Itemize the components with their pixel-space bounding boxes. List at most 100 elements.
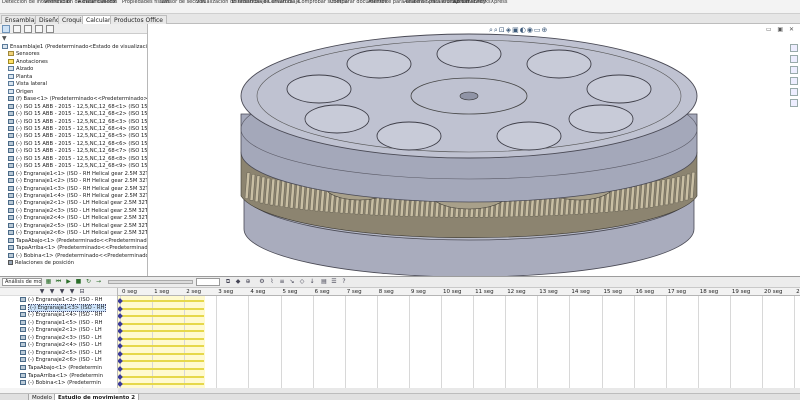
configuration-manager-tab-icon[interactable]	[24, 25, 32, 33]
bottom-tab-0[interactable]: Modelo	[28, 394, 56, 400]
time-grid-line	[216, 296, 218, 388]
tree-item[interactable]: (-) ISO 15 ABB - 2015 - 12,5,NC,12_68<1>…	[8, 103, 147, 111]
study-properties-icon[interactable]: ☰	[330, 278, 338, 286]
stop-icon[interactable]: ■	[75, 278, 82, 286]
tree-item[interactable]: Ensamblaje1 (Predeterminado<Estado de vi…	[2, 44, 147, 51]
play-from-start-icon[interactable]: ⏮	[55, 278, 62, 286]
ribbon-item[interactable]: Medir	[102, 0, 116, 5]
dimxpert-tab-icon[interactable]	[35, 25, 43, 33]
motion-tree-item[interactable]: (-) Engranaje2<5> (ISO - LH	[20, 349, 102, 358]
motion-tree-item[interactable]: (-) Engranaje2<1> (ISO - LH	[20, 327, 102, 335]
gravity-icon[interactable]: ↓	[308, 278, 316, 286]
graphics-area[interactable]: ⌕⌕⊡◈▣◐◉▭⊕ ▭ ▣ ✕	[149, 24, 800, 276]
tree-item[interactable]: (-) Engranaje2<5> (ISO - LH Helical gear…	[8, 222, 147, 230]
playback-speed-select[interactable]	[196, 278, 220, 286]
motion-tree-item[interactable]: (-) Engranaje1<4> (ISO - RH	[20, 312, 102, 320]
gear-assembly-model[interactable]	[149, 24, 800, 276]
tree-item[interactable]: (-) Engranaje2<4> (ISO - LH Helical gear…	[8, 215, 147, 222]
timeline-header[interactable]: 0 seg 1 seg 2 seg 3 seg 4 seg 5 seg 6 seg 7 seg…	[118, 288, 800, 296]
tree-item[interactable]: Vista lateral	[8, 81, 47, 88]
component-timeline-bar[interactable]	[120, 315, 204, 318]
ribbon-item[interactable]: Curvatura	[268, 0, 293, 5]
component-timeline-bar[interactable]	[120, 345, 204, 348]
help-icon[interactable]: ?	[340, 278, 348, 286]
tree-item[interactable]: Planta	[8, 73, 32, 81]
tree-item[interactable]: (-) Engranaje1<2> (ISO - RH Helical gear…	[8, 178, 147, 185]
tree-item[interactable]: (-) Bobina<1> (Predeterminado<<Predeterm…	[8, 252, 147, 260]
tree-item[interactable]: (-) ISO 15 ABB - 2015 - 12,5,NC,12_68<6>…	[8, 140, 147, 148]
motion-tree-item[interactable]: (-) Engranaje2<3> (ISO - LH	[20, 334, 102, 343]
filter-icon[interactable]: ▼	[2, 35, 12, 42]
calculate-icon[interactable]: ▦	[45, 278, 52, 286]
autokey-icon[interactable]: ◆	[234, 278, 242, 286]
motion-tree-item[interactable]: TapaArriba<1> (Predetermin	[20, 372, 103, 381]
tree-item[interactable]: Anotaciones	[8, 58, 48, 66]
component-timeline-bar[interactable]	[120, 360, 204, 363]
component-timeline-bar[interactable]	[120, 352, 204, 355]
motion-tree-item[interactable]: (-) Engranaje2<6> (ISO - LH	[20, 357, 102, 365]
tree-item[interactable]: (-) ISO 15 ABB - 2015 - 12,5,NC,12_68<5>…	[8, 133, 147, 140]
tree-item[interactable]: (-) ISO 15 ABB - 2015 - 12,5,NC,12_68<4>…	[8, 125, 147, 133]
filter-selected-icon[interactable]: ▼	[58, 288, 66, 296]
property-manager-tab-icon[interactable]	[13, 25, 21, 33]
contact-icon[interactable]: ◇	[298, 278, 306, 286]
loop-icon[interactable]: ↻	[85, 278, 92, 286]
component-timeline-bar[interactable]	[120, 330, 204, 333]
playback-slider[interactable]	[108, 280, 193, 284]
tree-item[interactable]: (-) Engranaje2<6> (ISO - LH Helical gear…	[8, 230, 147, 237]
feature-tree-tab-icon[interactable]	[2, 25, 10, 33]
part-icon	[8, 178, 14, 184]
motion-manager-tree: ▼ ▼ ▼ ▼ ⊟ (-) Engranaje1<2> (ISO - RH (-)…	[0, 288, 118, 388]
part-icon	[8, 140, 14, 146]
results-plots-icon[interactable]: ▤	[320, 278, 328, 286]
motion-tree-item[interactable]: (-) Bobina<1> (Predetermin	[20, 380, 101, 388]
tree-item[interactable]: (-) Engranaje1<1> (ISO - RH Helical gear…	[8, 170, 148, 178]
tab-4[interactable]: Productos Office	[110, 15, 167, 24]
motion-tree-item[interactable]: (-) Engranaje2<4> (ISO - LH	[20, 342, 102, 350]
tree-item[interactable]: TapaAbajo<1> (Predeterminado<<Predetermi…	[8, 237, 147, 245]
save-animation-icon[interactable]: ⧉	[224, 278, 232, 286]
damper-icon[interactable]: ≡	[278, 278, 286, 286]
tree-item[interactable]: (-) Engranaje2<1> (ISO - LH Helical gear…	[8, 200, 147, 207]
component-timeline-bar[interactable]	[120, 367, 204, 370]
spring-icon[interactable]: ⌇	[268, 278, 276, 286]
add-key-icon[interactable]: ⊕	[244, 278, 252, 286]
play-icon[interactable]: ▶	[65, 278, 72, 286]
motor-icon[interactable]: ⚙	[258, 278, 266, 286]
tree-item[interactable]: (-) Engranaje2<3> (ISO - LH Helical gear…	[8, 207, 147, 215]
tree-item[interactable]: (-) ISO 15 ABB - 2015 - 12,5,NC,12_68<7>…	[8, 148, 147, 155]
tree-item[interactable]: Sensores	[8, 51, 40, 58]
filter-animated-icon[interactable]: ▼	[38, 288, 46, 296]
component-timeline-bar[interactable]	[120, 300, 204, 302]
force-icon[interactable]: ↘	[288, 278, 296, 286]
tree-item[interactable]: (-) ISO 15 ABB - 2015 - 12,5,NC,12_68<8>…	[8, 155, 147, 163]
tree-item[interactable]: (-) Engranaje1<4> (ISO - RH Helical gear…	[8, 193, 147, 200]
component-timeline-bar[interactable]	[120, 375, 204, 378]
tree-item[interactable]: (-) ISO 15 ABB - 2015 - 12,5,NC,12_68<9>…	[8, 163, 147, 170]
tree-item[interactable]: (f) Base<1> (Predeterminado<<Predetermin…	[8, 96, 147, 103]
tree-item[interactable]: TapaArriba<1> (Predeterminado<<Predeterm…	[8, 245, 147, 252]
motion-tree-item[interactable]: (-) Engranaje1<5> (ISO - RH	[20, 319, 102, 328]
ribbon-item[interactable]: Sustainability	[452, 0, 486, 5]
study-type-select[interactable]: Análisis de movimiento	[2, 278, 42, 286]
component-timeline-bar[interactable]	[120, 383, 204, 386]
collapse-all-icon[interactable]: ⊟	[78, 288, 86, 296]
component-timeline-bar[interactable]	[120, 322, 204, 325]
tree-item[interactable]: Alzado	[8, 66, 33, 73]
bottom-tab-1[interactable]: Estudio de movimiento 2	[54, 394, 140, 400]
tree-item[interactable]: (-) ISO 15 ABB - 2015 - 12,5,NC,12_68<3>…	[8, 118, 147, 126]
timeline[interactable]: 0 seg 1 seg 2 seg 3 seg 4 seg 5 seg 6 seg 7 seg…	[118, 288, 800, 388]
filter-results-icon[interactable]: ▼	[68, 288, 76, 296]
component-timeline-bar[interactable]	[120, 307, 204, 310]
display-manager-tab-icon[interactable]	[46, 25, 54, 33]
component-timeline-bar[interactable]	[120, 337, 204, 340]
tree-item[interactable]: (-) ISO 15 ABB - 2015 - 12,5,NC,12_68<2>…	[8, 111, 147, 118]
filter-driving-icon[interactable]: ▼	[48, 288, 56, 296]
tree-item[interactable]: Relaciones de posición	[8, 260, 74, 267]
tree-item[interactable]: (-) Engranaje1<3> (ISO - RH Helical gear…	[8, 185, 147, 193]
motion-tree-item[interactable]: (-) Engranaje1<3> (ISO - RH	[20, 303, 107, 313]
tree-item[interactable]: Origen	[8, 88, 33, 96]
playback-mode-icon[interactable]: →	[95, 278, 102, 286]
tree-item-label: (-) Engranaje1<1> (ISO - RH Helical gear…	[16, 170, 148, 177]
motion-tree-item[interactable]: TapaAbajo<1> (Predetermin	[20, 364, 102, 373]
